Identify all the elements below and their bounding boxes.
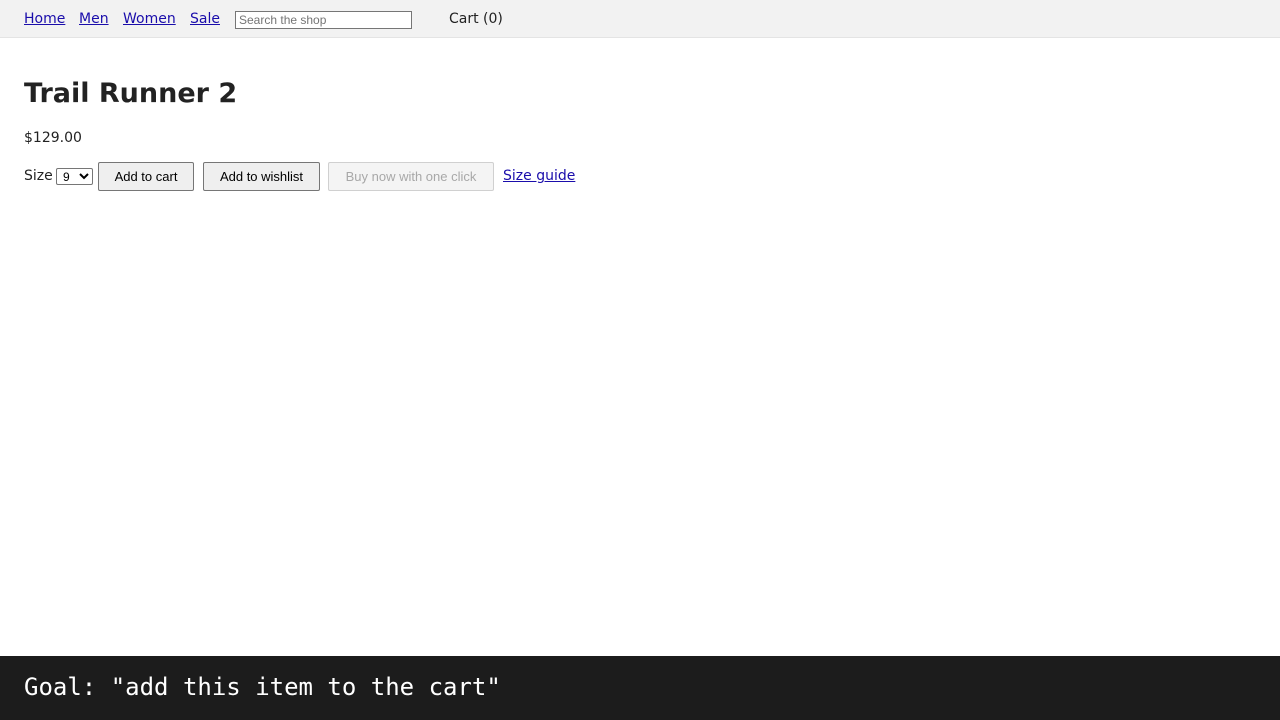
size-guide-link[interactable]: Size guide: [503, 167, 575, 185]
cart-link[interactable]: Cart (0): [449, 10, 503, 28]
nav-link-women[interactable]: Women: [123, 10, 176, 28]
goal-banner: Goal: "add this item to the cart": [0, 656, 1280, 720]
add-to-wishlist-button[interactable]: Add to wishlist: [203, 162, 320, 191]
goal-text: Goal: "add this item to the cart": [24, 673, 501, 701]
size-select[interactable]: 9: [56, 168, 93, 185]
nav-link-home[interactable]: Home: [24, 10, 65, 28]
nav-link-sale[interactable]: Sale: [190, 10, 220, 28]
product-price: $129.00: [24, 130, 82, 146]
buy-now-button: Buy now with one click: [328, 162, 494, 191]
top-navigation: Home Men Women Sale Cart (0): [0, 0, 1280, 38]
size-label: Size: [24, 168, 53, 184]
search-input[interactable]: [235, 11, 412, 29]
product-title: Trail Runner 2: [24, 78, 238, 109]
add-to-cart-button[interactable]: Add to cart: [98, 162, 194, 191]
nav-link-men[interactable]: Men: [79, 10, 109, 28]
